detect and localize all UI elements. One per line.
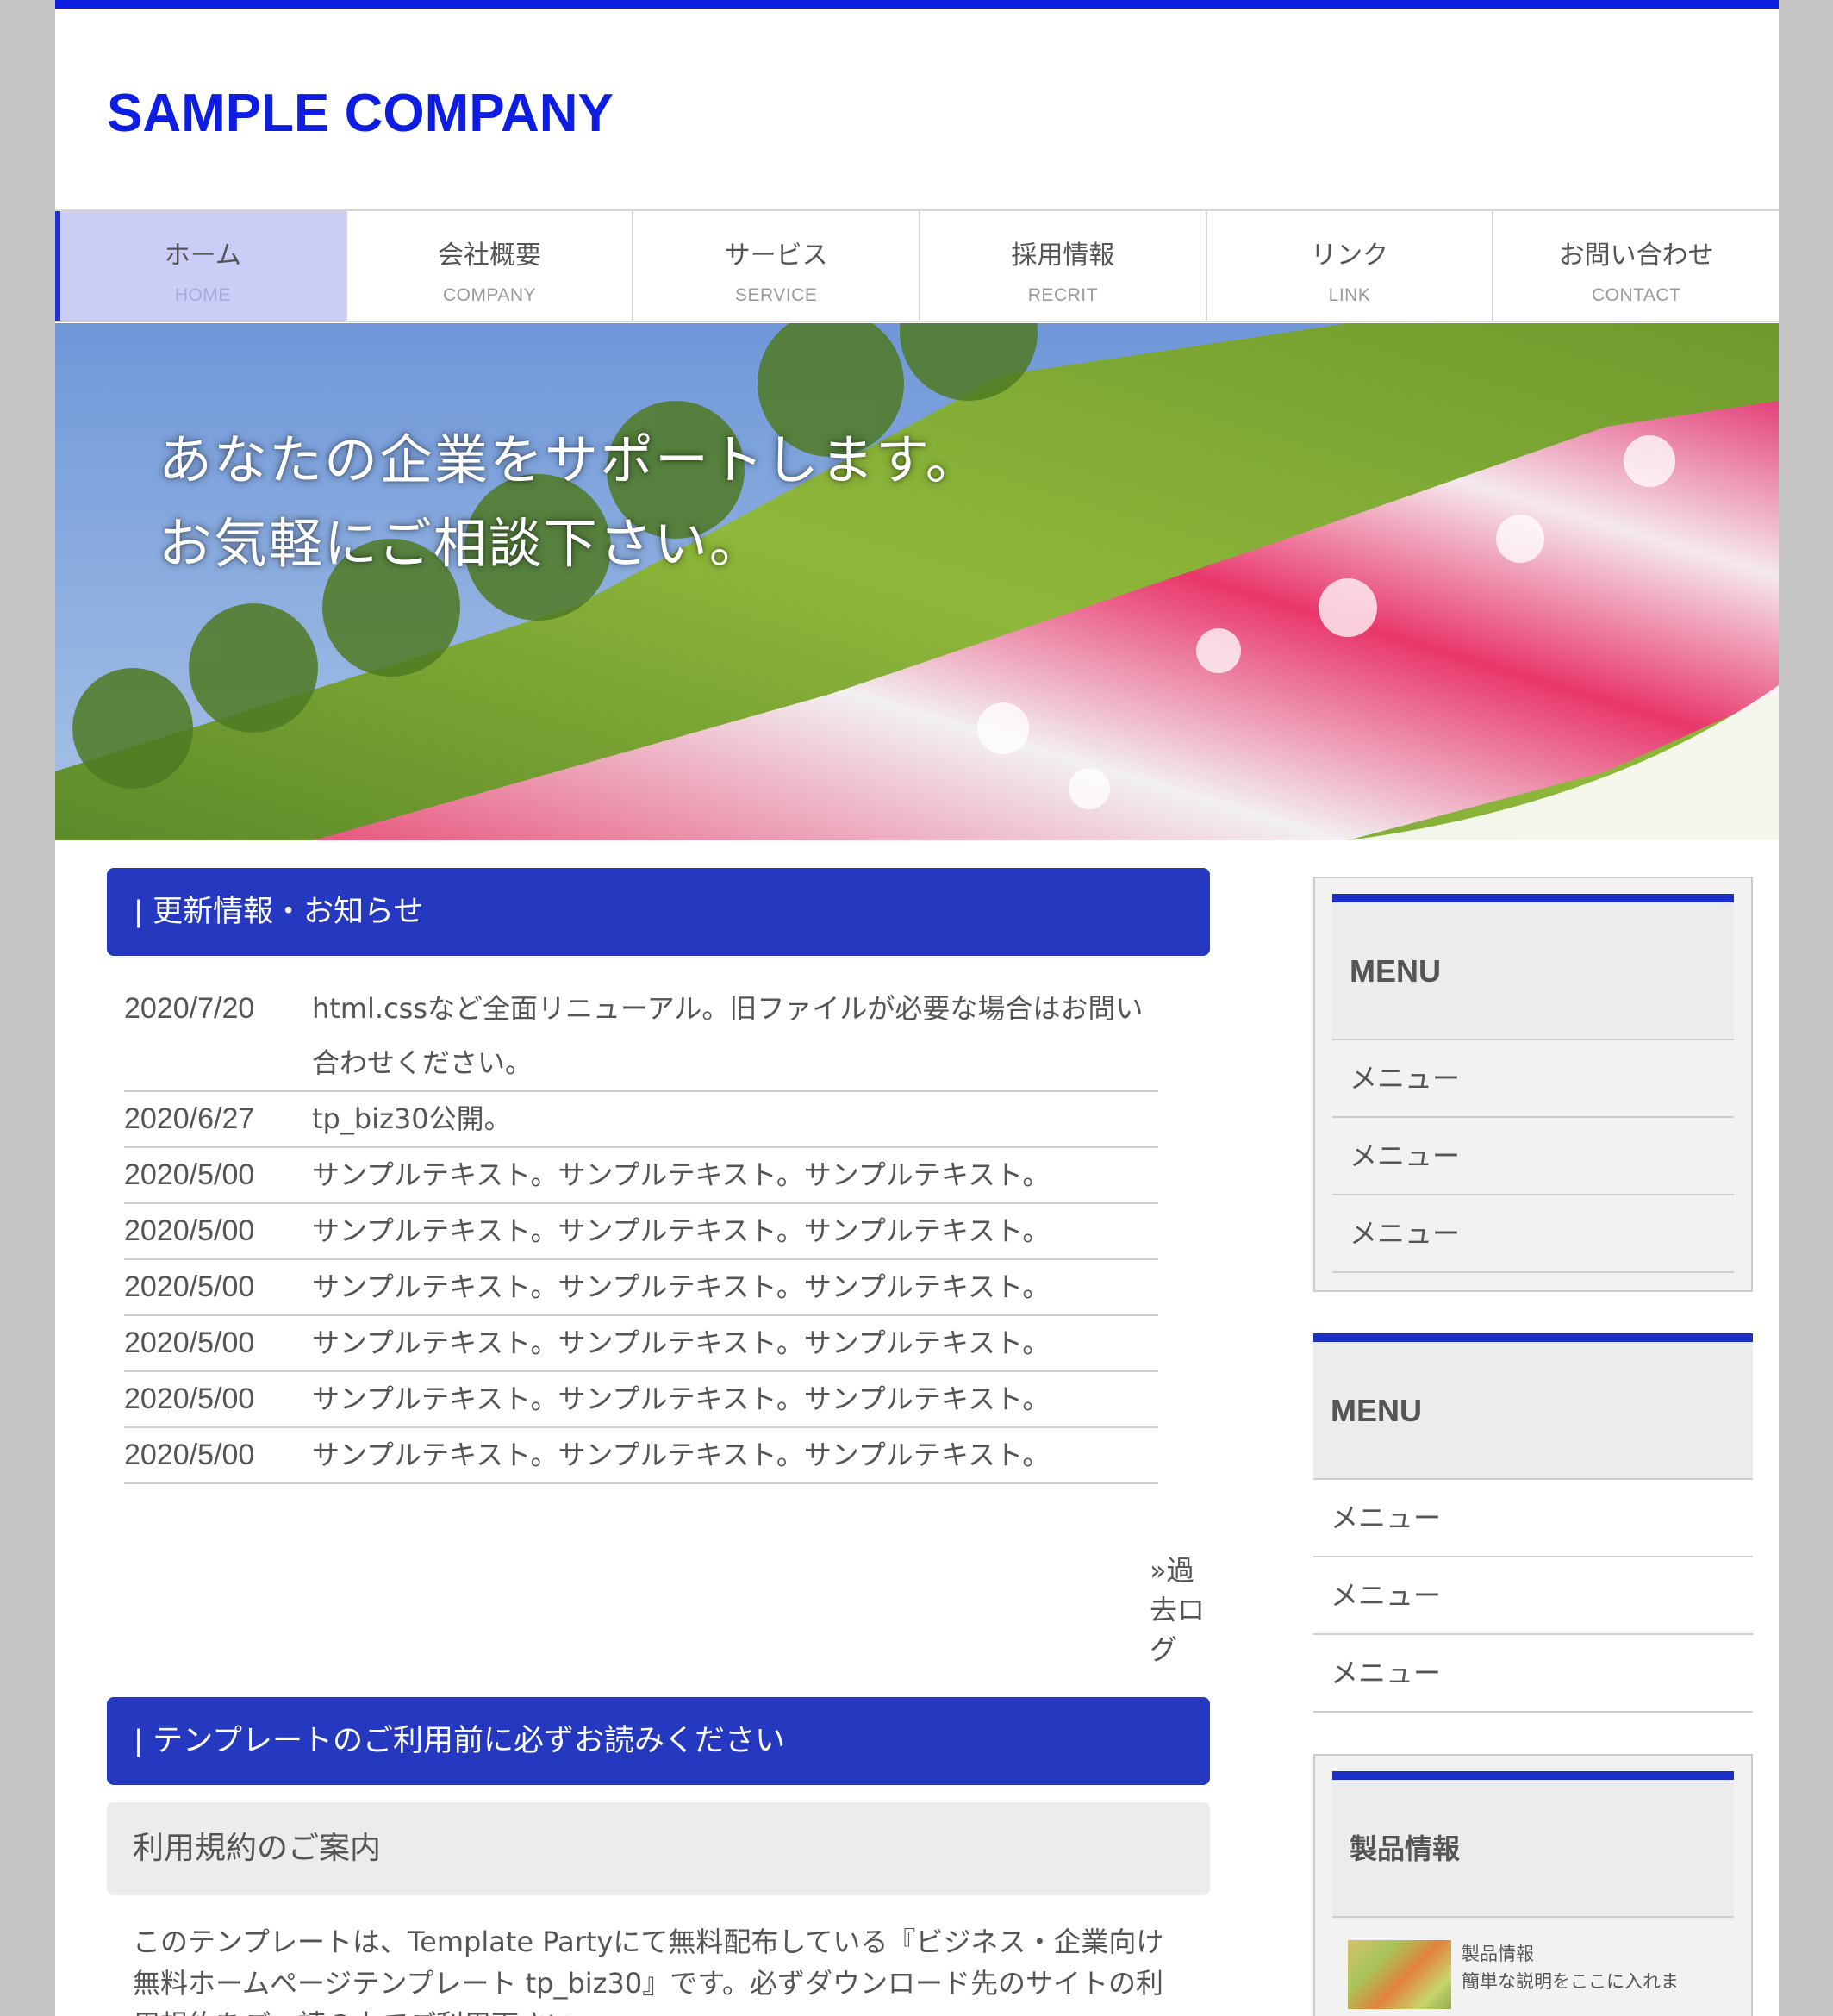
notice-heading: | テンプレートのご利用前に必ずお読みください	[107, 1697, 1210, 1785]
notice-section: | テンプレートのご利用前に必ずお読みください 利用規約のご案内 このテンプレート…	[107, 1697, 1210, 2016]
nav-item-home[interactable]: ホーム HOME	[55, 211, 347, 321]
nav-sublabel: RECRIT	[1027, 285, 1098, 305]
terms-subheading: 利用規約のご案内	[107, 1802, 1210, 1895]
sidebar-menu-item[interactable]: メニュー	[1332, 1118, 1734, 1195]
site-logo[interactable]: SAMPLE COMPANY	[107, 83, 614, 144]
news-date: 2020/5/00	[124, 1439, 255, 1471]
news-heading-label: 更新情報・お知らせ	[153, 895, 424, 929]
product-item[interactable]: 製品情報 簡単な説明をここに入れま	[1332, 1940, 1734, 2009]
list-item: 2020/5/00 サンプルテキスト。サンプルテキスト。サンプルテキスト。	[124, 1316, 1158, 1372]
news-text: html.cssなど全面リニューアル。旧ファイルが必要な場合はお問い合わせくださ…	[312, 992, 1144, 1079]
nav-item-service[interactable]: サービス SERVICE	[633, 211, 921, 321]
news-date: 2020/5/00	[124, 1214, 255, 1247]
nav-label: ホーム	[164, 240, 241, 271]
nav-item-link[interactable]: リンク LINK	[1207, 211, 1494, 321]
news-text: サンプルテキスト。サンプルテキスト。サンプルテキスト。	[312, 1382, 1051, 1415]
news-date: 2020/5/00	[124, 1270, 255, 1303]
nav-label: 採用情報	[1011, 240, 1115, 271]
product-description: 簡単な説明をここに入れま	[1462, 1971, 1679, 1992]
hero-image	[55, 323, 1779, 840]
notice-heading-label: テンプレートのご利用前に必ずお読みください	[153, 1724, 786, 1758]
nav-item-contact[interactable]: お問い合わせ CONTACT	[1493, 211, 1779, 321]
nav-label: お問い合わせ	[1558, 240, 1714, 271]
products-title: 製品情報	[1332, 1771, 1734, 1918]
sidebar-menu-item[interactable]: メニュー	[1313, 1480, 1753, 1557]
list-item: 2020/5/00 サンプルテキスト。サンプルテキスト。サンプルテキスト。	[124, 1428, 1158, 1484]
top-accent-bar	[55, 0, 1779, 9]
news-heading: | 更新情報・お知らせ	[107, 868, 1210, 956]
list-item: 2020/5/00 サンプルテキスト。サンプルテキスト。サンプルテキスト。	[124, 1148, 1158, 1204]
nav-sublabel: LINK	[1328, 285, 1371, 305]
news-text: サンプルテキスト。サンプルテキスト。サンプルテキスト。	[312, 1214, 1051, 1247]
hero-subheadline: お気軽にご相談下さい。	[159, 512, 764, 575]
news-text: サンプルテキスト。サンプルテキスト。サンプルテキスト。	[312, 1270, 1051, 1303]
sidebar-products-box: 製品情報 製品情報 簡単な説明をここに入れま	[1313, 1754, 1753, 2016]
news-date: 2020/5/00	[124, 1158, 255, 1191]
main-content: | 更新情報・お知らせ 2020/7/20 html.cssなど全面リニューアル。…	[107, 868, 1210, 2016]
list-item: 2020/7/20 html.cssなど全面リニューアル。旧ファイルが必要な場合…	[124, 982, 1158, 1092]
heading-bar-icon: |	[134, 895, 143, 928]
main-nav: ホーム HOME 会社概要 COMPANY サービス SERVICE 採用情報 …	[55, 209, 1779, 322]
news-date: 2020/5/00	[124, 1326, 255, 1359]
nav-sublabel: HOME	[174, 285, 231, 305]
nav-label: 会社概要	[438, 240, 541, 271]
nav-sublabel: COMPANY	[442, 285, 537, 305]
news-date: 2020/5/00	[124, 1382, 255, 1415]
news-date: 2020/7/20	[124, 992, 255, 1025]
product-text: 製品情報 簡単な説明をここに入れま	[1451, 1940, 1679, 2009]
nav-sublabel: CONTACT	[1591, 285, 1681, 305]
nav-item-recruit[interactable]: 採用情報 RECRIT	[920, 211, 1207, 321]
sidebar-menu-box: MENU メニュー メニュー メニュー	[1313, 877, 1753, 1292]
list-item: 2020/6/27 tp_biz30公開。	[124, 1092, 1158, 1148]
sidebar-menu-title: MENU	[1313, 1333, 1753, 1480]
nav-sublabel: SERVICE	[735, 285, 818, 305]
news-text: サンプルテキスト。サンプルテキスト。サンプルテキスト。	[312, 1439, 1051, 1471]
list-item: 2020/5/00 サンプルテキスト。サンプルテキスト。サンプルテキスト。	[124, 1204, 1158, 1260]
past-log-link[interactable]: »過去ログ	[1150, 1549, 1210, 1668]
news-date: 2020/6/27	[124, 1102, 255, 1135]
heading-bar-icon: |	[134, 1724, 143, 1757]
hero-banner: あなたの企業をサポートします。 お気軽にご相談下さい。	[55, 323, 1779, 840]
sidebar: MENU メニュー メニュー メニュー MENU メニュー メニュー メニュー …	[1313, 877, 1753, 2016]
sidebar-menu-box-2: MENU メニュー メニュー メニュー	[1313, 1333, 1753, 1713]
sidebar-menu-item[interactable]: メニュー	[1313, 1557, 1753, 1635]
list-item: 2020/5/00 サンプルテキスト。サンプルテキスト。サンプルテキスト。	[124, 1260, 1158, 1316]
news-text: サンプルテキスト。サンプルテキスト。サンプルテキスト。	[312, 1326, 1051, 1359]
notice-paragraph: このテンプレートは、Template Partyにて無料配布している『ビジネス・…	[133, 1925, 1164, 2016]
news-text: tp_biz30公開。	[312, 1102, 512, 1135]
sidebar-menu-item[interactable]: メニュー	[1332, 1195, 1734, 1273]
nav-label: リンク	[1311, 240, 1389, 271]
news-text: サンプルテキスト。サンプルテキスト。サンプルテキスト。	[312, 1158, 1051, 1191]
sidebar-menu-title: MENU	[1332, 894, 1734, 1040]
nav-label: サービス	[724, 240, 828, 271]
product-title[interactable]: 製品情報	[1462, 1940, 1679, 1968]
news-list: 2020/7/20 html.cssなど全面リニューアル。旧ファイルが必要な場合…	[124, 982, 1158, 1484]
product-thumbnail[interactable]	[1348, 1940, 1451, 2009]
page-container: SAMPLE COMPANY ホーム HOME 会社概要 COMPANY サービ…	[55, 0, 1779, 2016]
hero-headline: あなたの企業をサポートします。	[159, 428, 981, 491]
sidebar-menu-item[interactable]: メニュー	[1332, 1040, 1734, 1118]
nav-item-company[interactable]: 会社概要 COMPANY	[347, 211, 634, 321]
list-item: 2020/5/00 サンプルテキスト。サンプルテキスト。サンプルテキスト。	[124, 1372, 1158, 1428]
sidebar-menu-item[interactable]: メニュー	[1313, 1635, 1753, 1713]
